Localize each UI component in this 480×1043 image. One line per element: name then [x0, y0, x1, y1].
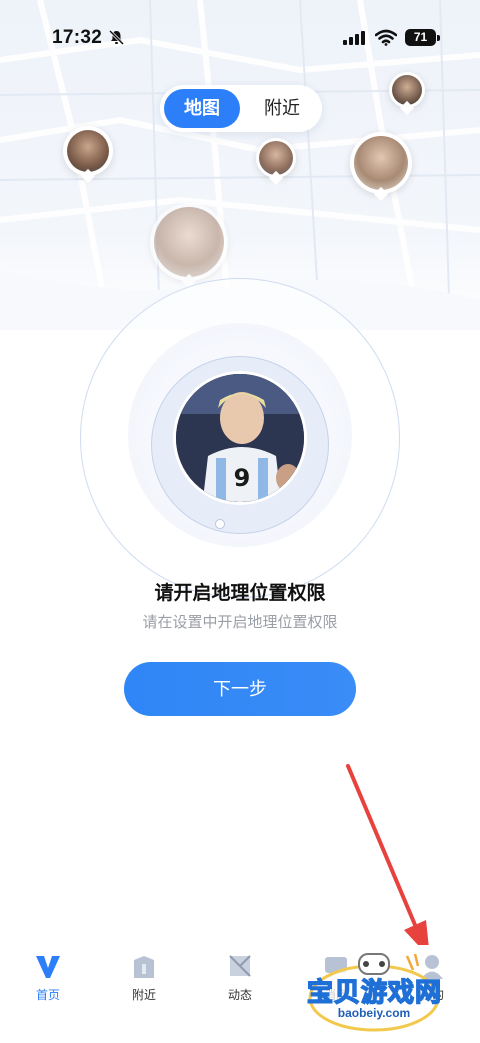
status-time: 17:32: [52, 27, 103, 48]
battery-level: 71: [413, 30, 428, 44]
status-bar: 17:32 71: [0, 0, 480, 78]
map-user-avatar[interactable]: [256, 138, 296, 186]
map-user-avatar[interactable]: [63, 126, 113, 184]
map-user-avatar[interactable]: [389, 72, 425, 116]
map-user-avatar[interactable]: [150, 203, 228, 289]
map-user-avatar[interactable]: [350, 132, 412, 202]
permission-subtitle: 请在设置中开启地理位置权限: [142, 614, 338, 631]
svg-text:9: 9: [234, 464, 251, 492]
next-step-button[interactable]: 下一步: [124, 662, 356, 716]
bell-off-icon: [108, 29, 125, 46]
battery-tip: [437, 35, 440, 41]
permission-title: 请开启地理位置权限: [154, 583, 326, 604]
tab-home[interactable]: 首页: [18, 952, 78, 1003]
annotation-arrow-icon: [346, 764, 430, 958]
map-nearby-switch: 地图 附近: [160, 85, 322, 132]
tab-nearby[interactable]: 附近: [246, 89, 318, 128]
signal-icon: [343, 31, 365, 45]
watermark-text: 宝贝游戏网: [306, 976, 442, 1008]
moments-icon: [229, 955, 251, 977]
tab-label: 动态: [227, 988, 252, 1002]
wifi-icon: [375, 29, 397, 46]
nearby-icon: [134, 956, 154, 978]
home-v-icon: [36, 956, 60, 978]
tab-nearby-bottom[interactable]: 附近: [114, 952, 174, 1003]
tab-label: 附近: [131, 988, 156, 1002]
radar-indicator-dot: [215, 519, 225, 529]
tab-moments[interactable]: 动态: [210, 952, 270, 1003]
tab-map[interactable]: 地图: [164, 89, 240, 128]
my-avatar[interactable]: 9: [173, 371, 307, 505]
watermark-url: baobeiy.com: [337, 1006, 411, 1020]
tab-label: 首页: [35, 988, 60, 1002]
battery-icon: 71: [405, 29, 436, 46]
